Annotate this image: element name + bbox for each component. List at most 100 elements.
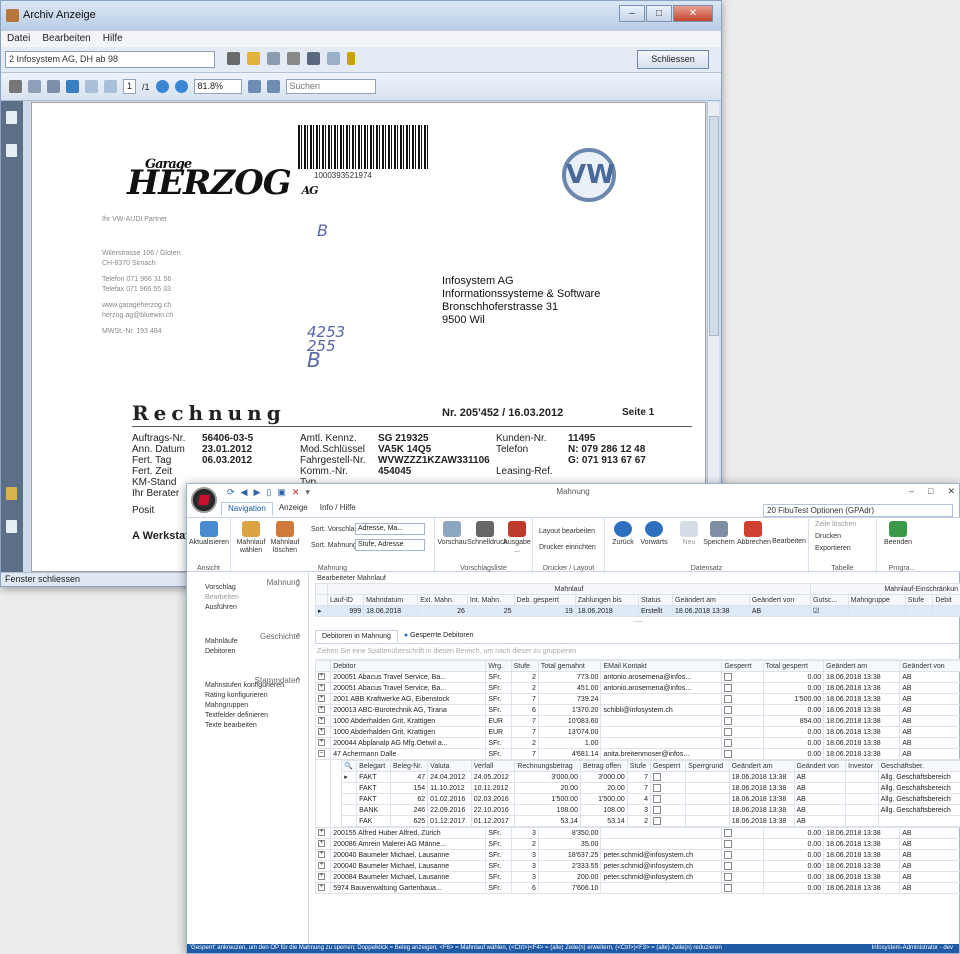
debitor-cell[interactable]: SFr. (485, 882, 512, 894)
debitor-cell[interactable]: 18.06.2018 13:38 (823, 827, 901, 839)
beleg-cell[interactable]: 18.06.2018 13:38 (728, 815, 795, 827)
mahnlauf-cell[interactable] (904, 605, 934, 617)
gesperrt-checkbox[interactable] (724, 728, 733, 736)
mahnlauf-cell[interactable]: 18.06.2018 13:38 (672, 605, 750, 617)
debitor-cell[interactable]: 0.00 (762, 704, 825, 716)
prev-page-icon[interactable] (85, 80, 98, 93)
beleg-cell[interactable]: 18.06.2018 13:38 (728, 782, 795, 794)
mahnlauf-cell[interactable]: 18.06.2018 (574, 605, 639, 617)
debitor-col-header[interactable]: Total gesperrt (762, 660, 825, 672)
tab-anzeige[interactable]: Anzeige (273, 502, 314, 516)
debitor-row[interactable]: +200051 Abacus Travel Service, Ba... SFr.… (314, 671, 960, 683)
debitor-cell[interactable]: 0.00 (762, 860, 825, 872)
zoom-field[interactable]: 81.8% (193, 79, 242, 94)
debitor-cell[interactable]: AB (899, 737, 960, 749)
debitor-cell[interactable]: schibli@infosystem.ch (600, 704, 723, 716)
gesperrt-checkbox[interactable] (724, 684, 733, 692)
search-icon[interactable]: 🔍 (341, 760, 358, 772)
debitor-cell[interactable] (600, 715, 723, 727)
beleg-cell[interactable]: 47 (389, 771, 429, 783)
debitor-col-header[interactable]: Gesperrt (721, 660, 764, 672)
zurueck-button[interactable]: Zurück (609, 521, 637, 547)
tab-navigation[interactable]: Navigation (221, 502, 273, 516)
debitor-cell[interactable]: 18.06.2018 13:38 (823, 737, 901, 749)
debitor-cell[interactable]: AB (899, 671, 960, 683)
maximize-button[interactable]: □ (646, 5, 672, 22)
debitor-cell[interactable]: 47 Achermann Dalle (330, 748, 487, 760)
debitor-cell[interactable]: 200040 Baumeler Michael, Lausanne (330, 860, 487, 872)
key-icon[interactable] (347, 52, 355, 65)
debitor-cell[interactable]: 451.00 (537, 682, 602, 694)
mahnlauf-cell[interactable]: AB (748, 605, 812, 617)
debitor-cell[interactable]: 2 (510, 737, 539, 749)
debitor-cell[interactable] (721, 693, 764, 705)
beleg-cell[interactable]: 22.10.2016 (470, 804, 516, 816)
fg-maximize-button[interactable]: □ (928, 486, 933, 497)
debitor-cell[interactable]: 2 (510, 838, 539, 850)
beleg-row[interactable]: BANK 246 22.09.2016 22.10.2016 108.00 108.00 3… (341, 804, 960, 816)
debitor-cell[interactable]: 18.06.2018 13:38 (823, 682, 901, 694)
debitor-cell[interactable]: 18.06.2018 13:38 (823, 871, 901, 883)
beleg-cell[interactable] (685, 782, 730, 794)
print-icon[interactable] (227, 52, 240, 65)
collapse-icon[interactable]: ^ (296, 578, 300, 587)
beleg-col-header[interactable]: Beleg-Nr. (389, 760, 429, 772)
beleg-gesperrt-checkbox[interactable] (653, 784, 662, 792)
beleg-cell[interactable] (845, 782, 879, 794)
beleg-row[interactable]: FAK 625 01.12.2017 01.12.2017 53.14 53.14 2 18.… (341, 815, 960, 827)
debitor-cell[interactable]: 0.00 (762, 882, 825, 894)
mahnlauf-col-header[interactable]: Debit (932, 594, 960, 606)
debitor-row[interactable]: +200084 Baumeler Michael, Lausanne SFr. 3 2… (314, 871, 960, 883)
beleg-gesperrt-checkbox[interactable] (653, 773, 662, 781)
next-page-icon[interactable] (104, 80, 117, 93)
paste-icon[interactable] (307, 52, 320, 65)
debitor-cell[interactable]: 0.00 (762, 838, 825, 850)
beleg-row[interactable]: ▸ FAKT 47 24.04.2012 24.05.2012 3'000.00 3'000… (341, 771, 960, 783)
debitor-cell[interactable] (721, 726, 764, 738)
beleg-cell[interactable]: 22.09.2016 (427, 804, 472, 816)
debitor-cell[interactable]: 13'074.00 (537, 726, 602, 738)
beleg-cell[interactable] (650, 782, 687, 794)
beenden-button[interactable]: Beenden (883, 521, 913, 547)
mahnlauf-cell[interactable]: ☑ (810, 605, 849, 617)
beleg-cell[interactable]: 11.10.2012 (427, 782, 472, 794)
beleg-col-header[interactable]: Gesperrt (650, 760, 687, 772)
attachments-icon[interactable] (6, 520, 17, 533)
zeile-loeschen-button[interactable]: Zeile löschen (815, 521, 856, 528)
mail-icon[interactable] (247, 52, 260, 65)
debitor-cell[interactable]: AB (899, 682, 960, 694)
mahnlauf-loeschen-button[interactable]: Mahnlauf löschen (269, 521, 301, 555)
beleg-cell[interactable]: 3'000.00 (514, 771, 581, 783)
debitor-row[interactable]: –47 Achermann Dalle SFr. 7 4'681.14 anita.br… (314, 748, 960, 760)
beleg-row[interactable]: FAKT 154 11.10.2012 10.11.2012 20.00 20.00 7 18… (341, 782, 960, 794)
gutschrift-checkbox[interactable]: ☑ (813, 608, 819, 615)
debitor-cell[interactable]: 18.06.2018 13:38 (823, 860, 901, 872)
gesperrt-checkbox[interactable] (724, 862, 733, 870)
neu-button[interactable]: Neu (677, 521, 701, 547)
expander-cell[interactable]: + (314, 882, 332, 894)
expander-cell[interactable]: + (314, 715, 332, 727)
beleg-cell[interactable] (685, 804, 730, 816)
mahnlauf-col-header[interactable]: Geändert am (672, 594, 750, 606)
beleg-cell[interactable]: 18.06.2018 13:38 (728, 793, 795, 805)
debitor-cell[interactable]: 200051 Abacus Travel Service, Ba... (330, 682, 487, 694)
debitor-cell[interactable]: EUR (485, 726, 512, 738)
debitor-cell[interactable]: 200051 Abacus Travel Service, Ba... (330, 671, 487, 683)
debitor-row[interactable]: +200013 ABC-Bürotechnik AG, Tirana SFr. 6 1… (314, 704, 960, 716)
gesperrt-checkbox[interactable] (724, 706, 733, 714)
fit-width-icon[interactable] (266, 80, 280, 93)
debitor-cell[interactable]: 0.00 (762, 748, 825, 760)
debitor-cell[interactable]: 7'606.10 (537, 882, 602, 894)
beleg-cell[interactable] (650, 793, 687, 805)
beleg-col-header[interactable]: Betrag offen (579, 760, 628, 772)
beleg-cell[interactable] (845, 815, 879, 827)
debitor-cell[interactable] (721, 671, 764, 683)
debitor-cell[interactable]: 739.24 (537, 693, 602, 705)
beleg-cell[interactable]: 62 (389, 793, 429, 805)
beleg-cell[interactable]: FAKT (356, 793, 391, 805)
debitor-cell[interactable]: antonio.arosemena@infos... (600, 671, 723, 683)
beleg-cell[interactable]: 1'500.00 (579, 793, 628, 805)
debitor-cell[interactable]: SFr. (485, 849, 512, 861)
debitor-cell[interactable]: 200086 Amrein Malerei AG Männe... (330, 838, 487, 850)
debitor-cell[interactable] (721, 715, 764, 727)
